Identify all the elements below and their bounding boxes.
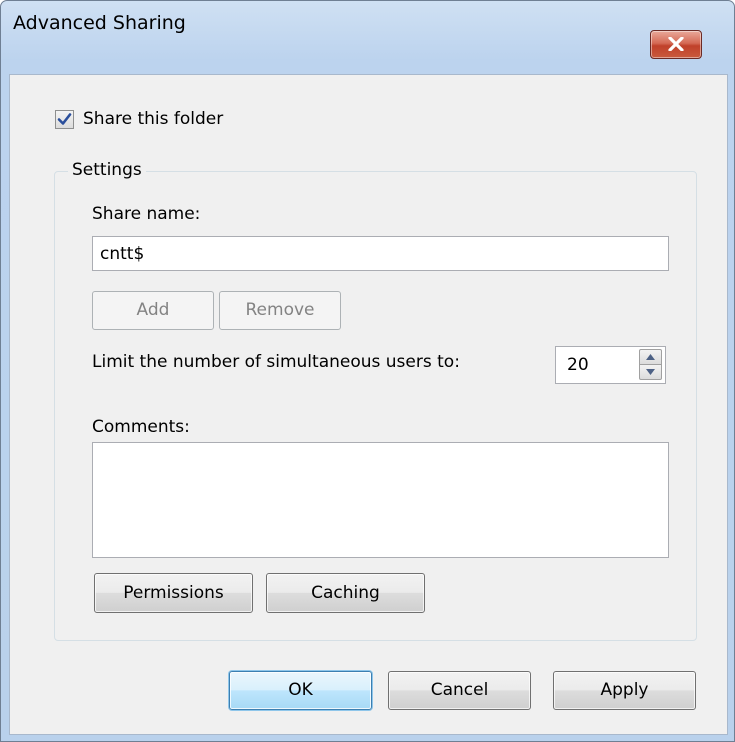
caching-button[interactable]: Caching [266, 573, 425, 613]
close-button[interactable] [650, 30, 702, 59]
spin-up-button[interactable] [639, 349, 662, 365]
share-name-input[interactable] [93, 237, 668, 270]
cancel-button-label: Cancel [430, 680, 489, 700]
share-name-field[interactable] [92, 236, 669, 271]
checkmark-icon [57, 113, 72, 125]
cancel-button[interactable]: Cancel [388, 671, 531, 710]
comments-field[interactable] [92, 442, 669, 558]
dialog-body: Share this folder Settings Share name: A… [9, 74, 728, 735]
window-title: Advanced Sharing [13, 12, 186, 34]
add-button[interactable]: Add [92, 291, 214, 330]
spin-down-button[interactable] [639, 364, 662, 380]
user-limit-stepper[interactable] [555, 346, 666, 384]
settings-legend: Settings [68, 158, 146, 182]
ok-button[interactable]: OK [229, 671, 372, 710]
advanced-sharing-dialog: Advanced Sharing Share this folder Setti… [0, 0, 735, 742]
add-button-label: Add [136, 300, 170, 320]
remove-button[interactable]: Remove [219, 291, 341, 330]
comments-label: Comments: [92, 417, 190, 437]
user-limit-label: Limit the number of simultaneous users t… [92, 352, 460, 372]
user-limit-input[interactable] [556, 347, 626, 383]
permissions-button-label: Permissions [123, 583, 224, 603]
arrow-down-icon [646, 369, 655, 375]
arrow-up-icon [646, 354, 655, 360]
share-name-label: Share name: [92, 204, 201, 224]
permissions-button[interactable]: Permissions [94, 573, 253, 613]
share-folder-checkbox[interactable] [55, 110, 74, 129]
comments-textarea[interactable] [93, 443, 668, 557]
remove-button-label: Remove [245, 300, 315, 320]
share-folder-label[interactable]: Share this folder [83, 107, 223, 131]
apply-button[interactable]: Apply [553, 671, 696, 710]
close-icon [668, 37, 684, 51]
caching-button-label: Caching [311, 583, 380, 603]
ok-button-label: OK [288, 680, 313, 700]
title-bar[interactable]: Advanced Sharing [1, 1, 734, 41]
apply-button-label: Apply [600, 680, 649, 700]
